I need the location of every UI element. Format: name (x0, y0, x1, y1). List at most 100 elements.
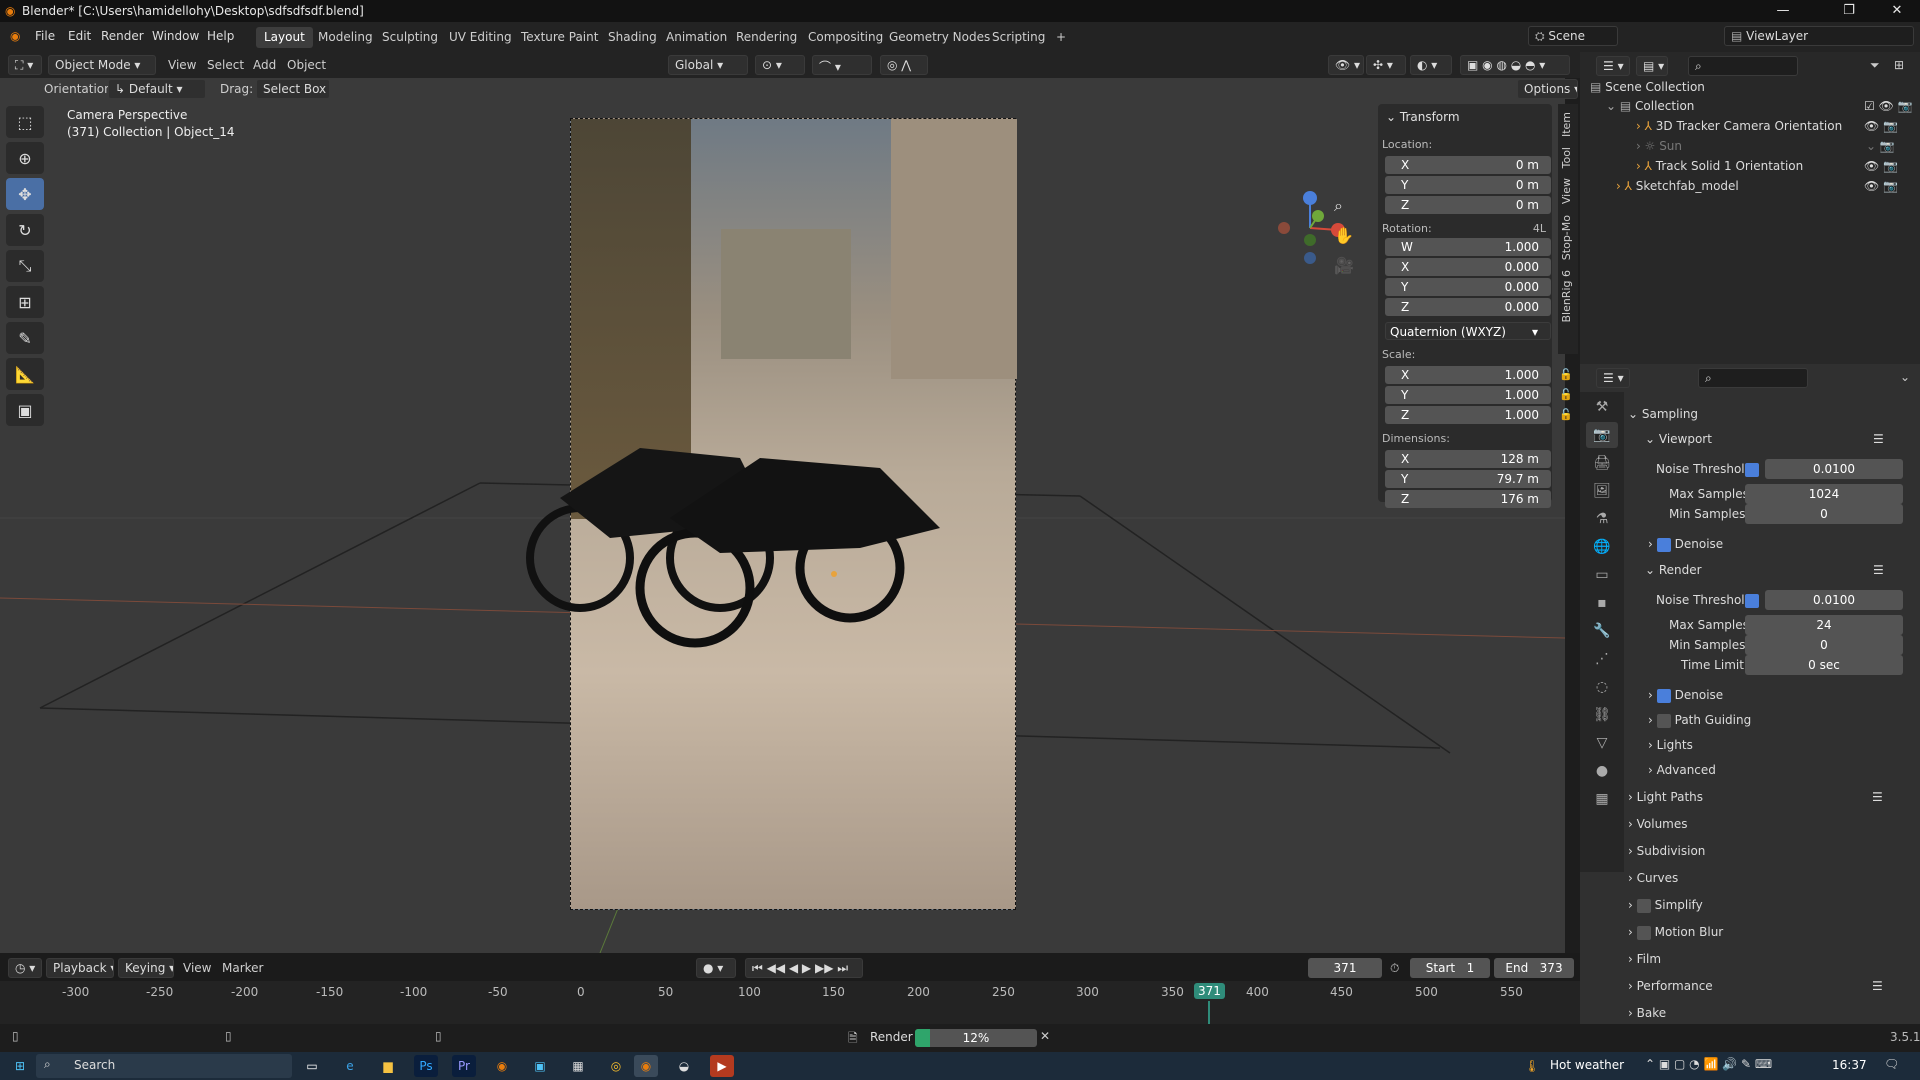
photoshop-icon[interactable]: Ps (414, 1055, 438, 1077)
panel-curves[interactable]: › Curves (1628, 871, 1918, 885)
panel-film[interactable]: › Film (1628, 952, 1918, 966)
vp-denoise-row[interactable]: › Denoise (1648, 537, 1920, 552)
panel-subdivision[interactable]: › Subdivision (1628, 844, 1918, 858)
collection-properties-icon[interactable]: ▭ (1586, 562, 1618, 588)
r-time-limit-field[interactable]: 0 sec (1745, 655, 1903, 675)
world-properties-icon[interactable]: 🌐 (1586, 534, 1618, 560)
timeline-editor-type[interactable]: ◷ ▾ (8, 958, 42, 978)
tool-properties-icon[interactable]: ⚒ (1586, 394, 1618, 420)
edge-icon[interactable]: e (338, 1055, 362, 1077)
data-properties-icon[interactable]: ▽ (1586, 730, 1618, 756)
camera-view-icon[interactable]: 🎥 (1334, 256, 1354, 275)
overlay-toggle[interactable]: ◐ ▾ (1410, 55, 1452, 75)
current-frame-field[interactable]: 371 (1308, 958, 1382, 978)
physics-properties-icon[interactable]: ◌ (1586, 674, 1618, 700)
editor-type-button[interactable]: ⛶ ▾ (8, 55, 42, 75)
tab-modeling[interactable]: Modeling (310, 27, 381, 48)
annotate-tool-icon[interactable]: ✎ (6, 322, 44, 354)
gizmo-toggle[interactable]: ✣ ▾ (1366, 55, 1406, 75)
material-properties-icon[interactable]: ● (1586, 758, 1618, 784)
r-denoise-row[interactable]: › Denoise (1648, 688, 1920, 703)
blender-taskbar-icon[interactable]: ◉ (490, 1055, 514, 1077)
advanced-row[interactable]: › Advanced (1648, 763, 1920, 777)
select-menu[interactable]: Select (207, 58, 244, 72)
tab-layout[interactable]: Layout (256, 27, 313, 48)
menu-window[interactable]: Window (152, 29, 199, 43)
add-menu[interactable]: Add (253, 58, 276, 72)
blender-menu-icon[interactable]: ◉ (10, 29, 20, 43)
outliner-item-scene-collection[interactable]: ▤ Scene Collection (1590, 80, 1705, 94)
pan-hand-icon[interactable]: ✋ (1334, 226, 1354, 245)
cursor-tool-icon[interactable]: ⊕ (6, 142, 44, 174)
start-frame-field[interactable]: Start 1 (1410, 958, 1490, 978)
app-icon[interactable]: ▶ (710, 1055, 734, 1077)
outliner-search-input[interactable]: ⌕ (1688, 56, 1798, 76)
chrome-icon[interactable]: ◎ (604, 1055, 628, 1077)
outliner-item-sketchfab-model[interactable]: › ⅄ Sketchfab_model 👁 📷 (1616, 179, 1898, 193)
panel-volumes[interactable]: › Volumes (1628, 817, 1918, 831)
task-view-icon[interactable]: ▭ (300, 1055, 324, 1077)
select-box-tool-icon[interactable]: ⬚ (6, 106, 44, 138)
menu-file[interactable]: File (35, 29, 55, 43)
r-noise-threshold-checkbox[interactable] (1745, 594, 1759, 608)
keying-menu[interactable]: Keying ▾ (118, 958, 174, 978)
timeline-marker-menu[interactable]: Marker (222, 961, 263, 975)
rotation-z-field[interactable]: Z0.000🔓 (1385, 298, 1573, 316)
transform-tool-icon[interactable]: ⊞ (6, 286, 44, 318)
taskbar-search-input[interactable]: ⌕ Search (36, 1054, 292, 1078)
lock-icon[interactable]: 🔓 (1559, 408, 1573, 421)
move-tool-icon[interactable]: ✥ (6, 178, 44, 210)
options-chevron-icon[interactable]: ⌄ (1900, 370, 1910, 384)
r-noise-threshold-field[interactable]: 0.0100 (1765, 590, 1903, 610)
playback-controls[interactable]: ⏮ ◀◀ ◀ ▶ ▶▶ ⏭ (745, 958, 863, 978)
location-y-field[interactable]: Y0 m🔓 (1385, 176, 1573, 194)
vp-noise-threshold-field[interactable]: 0.0100 (1765, 459, 1903, 479)
outliner-editor-type[interactable]: ☰ ▾ (1596, 56, 1630, 76)
filter-icon[interactable]: ⏷ (1870, 58, 1880, 73)
add-cube-tool-icon[interactable]: ▣ (6, 394, 44, 426)
rotation-w-field[interactable]: W1.000🔓 (1385, 238, 1573, 256)
panel-motion-blur[interactable]: › Motion Blur (1628, 925, 1918, 940)
view-menu[interactable]: View (168, 58, 196, 72)
windows-start-icon[interactable]: ⊞ (8, 1055, 32, 1077)
tab-compositing[interactable]: Compositing (800, 27, 891, 48)
r-max-samples-field[interactable]: 24 (1745, 615, 1903, 635)
menu-edit[interactable]: Edit (68, 29, 91, 43)
properties-search-input[interactable]: ⌕ (1698, 368, 1808, 388)
options-button[interactable]: Options ▾ (1517, 79, 1578, 99)
minimize-button[interactable]: — (1760, 0, 1806, 22)
stopwatch-icon[interactable]: ⏱ (1390, 961, 1399, 976)
view-layer-selector[interactable]: ▤ ViewLayer (1724, 26, 1914, 46)
measure-tool-icon[interactable]: 📐 (6, 358, 44, 390)
transform-orientation-selector[interactable]: Global ▾ (668, 55, 748, 75)
scale-tool-icon[interactable]: ⤡ (6, 250, 44, 282)
outliner-item-track-solid[interactable]: › ⅄ Track Solid 1 Orientation 👁 📷 (1636, 159, 1898, 173)
blender-active-icon[interactable]: ◉ (634, 1055, 658, 1077)
viewport-subheader[interactable]: ⌄ Viewport ☰ (1645, 432, 1920, 446)
panel-bake[interactable]: › Bake (1628, 1006, 1918, 1020)
vp-max-samples-field[interactable]: 1024 (1745, 484, 1903, 504)
rotation-mode-selector[interactable]: Quaternion (WXYZ) ▾ (1385, 322, 1551, 340)
motorcycle-models[interactable] (520, 378, 980, 718)
shading-mode-buttons[interactable]: ▣ ◉ ◍ ◒ ◓ ▾ (1460, 55, 1570, 75)
path-guiding-row[interactable]: › Path Guiding (1648, 713, 1920, 728)
location-z-field[interactable]: Z0 m🔓 (1385, 196, 1573, 214)
constraints-properties-icon[interactable]: ⛓ (1586, 702, 1618, 728)
panel-simplify[interactable]: › Simplify (1628, 898, 1918, 913)
render-subheader[interactable]: ⌄ Render ☰ (1645, 563, 1920, 577)
tab-scripting[interactable]: Scripting (984, 27, 1053, 48)
new-collection-icon[interactable]: ⊞ (1894, 58, 1904, 72)
mode-selector[interactable]: Object Mode ▾ (48, 55, 156, 75)
sampling-header[interactable]: ⌄ Sampling (1628, 407, 1918, 421)
rotation-4l-label[interactable]: 4L (1533, 222, 1546, 235)
tab-blenrig[interactable]: BlenRig 6 (1558, 268, 1575, 325)
object-properties-icon[interactable]: ▪ (1586, 590, 1618, 616)
rotate-tool-icon[interactable]: ↻ (6, 214, 44, 246)
notification-icon[interactable]: 🗨 (1884, 1057, 1899, 1071)
drag-selector[interactable]: Select Box ▾ (256, 79, 330, 99)
dimension-z-field[interactable]: Z 176 m (1385, 490, 1551, 508)
panel-light-paths[interactable]: › Light Paths ☰ (1628, 790, 1918, 804)
outliner-item-sun[interactable]: › ☼ Sun ⌄ 📷 (1636, 139, 1895, 153)
cancel-render-icon[interactable]: ✕ (1040, 1029, 1050, 1043)
outliner-item-tracker-camera[interactable]: › ⅄ 3D Tracker Camera Orientation 👁 📷 (1636, 119, 1898, 133)
